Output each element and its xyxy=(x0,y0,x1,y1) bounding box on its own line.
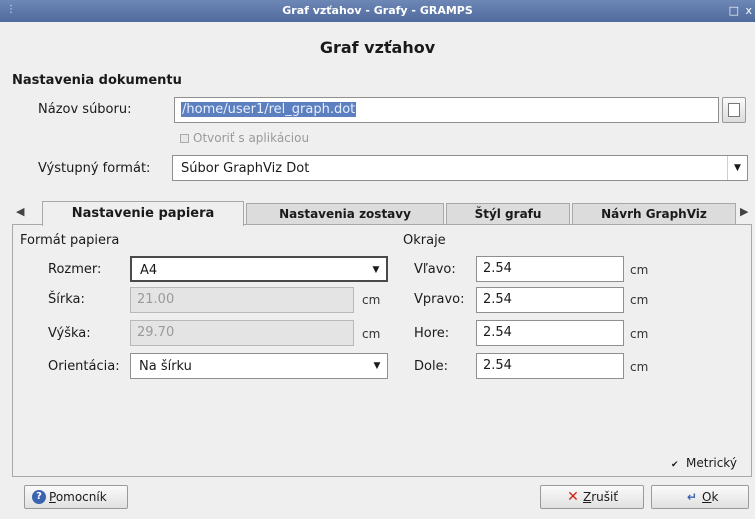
margin-top-unit: cm xyxy=(630,327,649,341)
open-with-app-label: Otvoriť s aplikáciou xyxy=(193,131,310,145)
metric-checkbox[interactable]: ✔ Metrický xyxy=(671,456,737,470)
output-format-value: Súbor GraphViz Dot xyxy=(181,161,310,176)
tab-scroll-left-icon[interactable]: ◀ xyxy=(16,205,24,218)
paper-format-title: Formát papiera xyxy=(20,233,120,248)
size-label: Rozmer: xyxy=(48,262,102,277)
maximize-icon[interactable]: □ xyxy=(729,4,739,17)
help-button[interactable]: ? Pomocník xyxy=(24,485,128,509)
paper-height-input[interactable]: 29.70 xyxy=(130,320,354,346)
tab-paper-settings[interactable]: Nastavenie papiera xyxy=(42,201,244,226)
filename-label: Názov súboru: xyxy=(38,102,132,117)
window-title: Graf vzťahov - Grafy - GRAMPS xyxy=(282,4,473,17)
width-label: Šírka: xyxy=(48,292,85,307)
paper-size-value: A4 xyxy=(140,263,158,278)
margin-right-label: Vpravo: xyxy=(414,292,465,307)
chevron-down-icon: ▼ xyxy=(373,361,381,371)
file-icon xyxy=(728,103,740,117)
margin-bottom-label: Dole: xyxy=(414,359,448,374)
margin-top-label: Hore: xyxy=(414,326,450,341)
checkbox-box xyxy=(180,134,189,143)
tab-scroll-right-icon[interactable]: ▶ xyxy=(740,205,748,218)
orientation-label: Orientácia: xyxy=(48,359,120,374)
cancel-button-label: Zrušiť xyxy=(583,490,619,504)
margin-top-input[interactable]: 2.54 xyxy=(476,320,624,346)
browse-file-button[interactable] xyxy=(722,97,746,123)
paper-width-input[interactable]: 21.00 xyxy=(130,287,354,313)
margin-left-unit: cm xyxy=(630,263,649,277)
margin-bottom-unit: cm xyxy=(630,360,649,374)
open-with-app-checkbox[interactable]: Otvoriť s aplikáciou xyxy=(180,131,309,145)
chevron-down-icon: ▼ xyxy=(727,156,747,180)
window-titlebar[interactable]: ⋮ Graf vzťahov - Grafy - GRAMPS □ x xyxy=(0,0,755,22)
margin-right-unit: cm xyxy=(630,293,649,307)
tab-graphviz-layout[interactable]: Návrh GraphViz xyxy=(572,203,736,225)
output-format-select[interactable]: Súbor GraphViz Dot ▼ xyxy=(172,155,748,181)
margin-bottom-input[interactable]: 2.54 xyxy=(476,353,624,379)
output-format-label: Výstupný formát: xyxy=(38,161,151,176)
filename-value: /home/user1/rel_graph.dot xyxy=(181,102,357,117)
height-label: Výška: xyxy=(48,326,91,341)
orientation-value: Na šírku xyxy=(139,359,192,374)
margin-right-input[interactable]: 2.54 xyxy=(476,287,624,313)
paper-size-select[interactable]: A4 ▼ xyxy=(130,256,388,282)
report-tabs: ◀ Nastavenie papiera Nastavenia zostavy … xyxy=(12,201,752,226)
cancel-button[interactable]: ✕ Zrušiť xyxy=(540,485,644,509)
ok-button-label: Ok xyxy=(702,490,719,504)
close-icon[interactable]: x xyxy=(745,4,752,17)
tab-report-settings[interactable]: Nastavenia zostavy xyxy=(246,203,444,225)
orientation-select[interactable]: Na šírku ▼ xyxy=(130,353,388,379)
margins-title: Okraje xyxy=(403,233,446,248)
help-button-label: Pomocník xyxy=(49,490,107,504)
tab-graph-style[interactable]: Štýl grafu xyxy=(446,203,570,225)
filename-input[interactable]: /home/user1/rel_graph.dot xyxy=(174,97,719,123)
width-unit: cm xyxy=(362,293,381,307)
margin-left-input[interactable]: 2.54 xyxy=(476,256,624,282)
chevron-down-icon: ▼ xyxy=(372,265,380,275)
cancel-icon: ✕ xyxy=(567,489,579,505)
ok-arrow-icon: ↵ xyxy=(686,490,698,504)
checkmark-icon: ✔ xyxy=(671,460,679,470)
height-unit: cm xyxy=(362,327,381,341)
margin-left-label: Vľavo: xyxy=(414,262,456,277)
metric-label: Metrický xyxy=(686,456,737,470)
dialog-heading: Graf vzťahov xyxy=(319,38,436,57)
document-settings-title: Nastavenia dokumentu xyxy=(12,73,182,88)
ok-button[interactable]: ↵ Ok xyxy=(651,485,749,509)
help-icon: ? xyxy=(32,490,46,504)
